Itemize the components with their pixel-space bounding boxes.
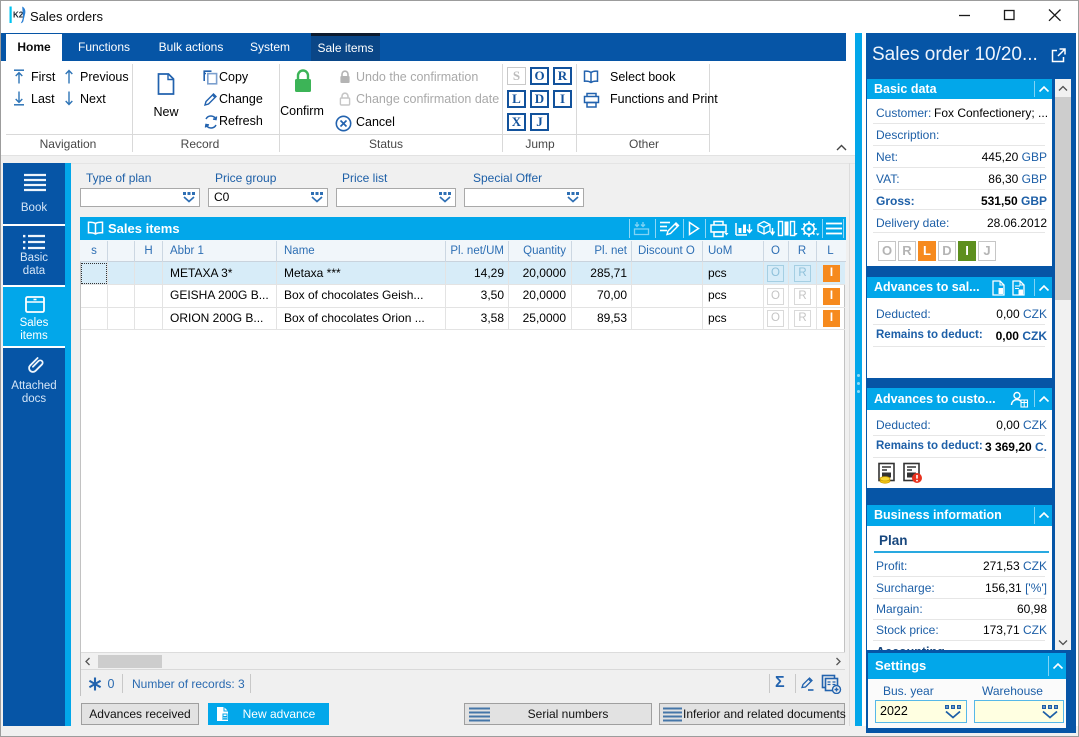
svg-text:K2: K2 (13, 11, 24, 20)
